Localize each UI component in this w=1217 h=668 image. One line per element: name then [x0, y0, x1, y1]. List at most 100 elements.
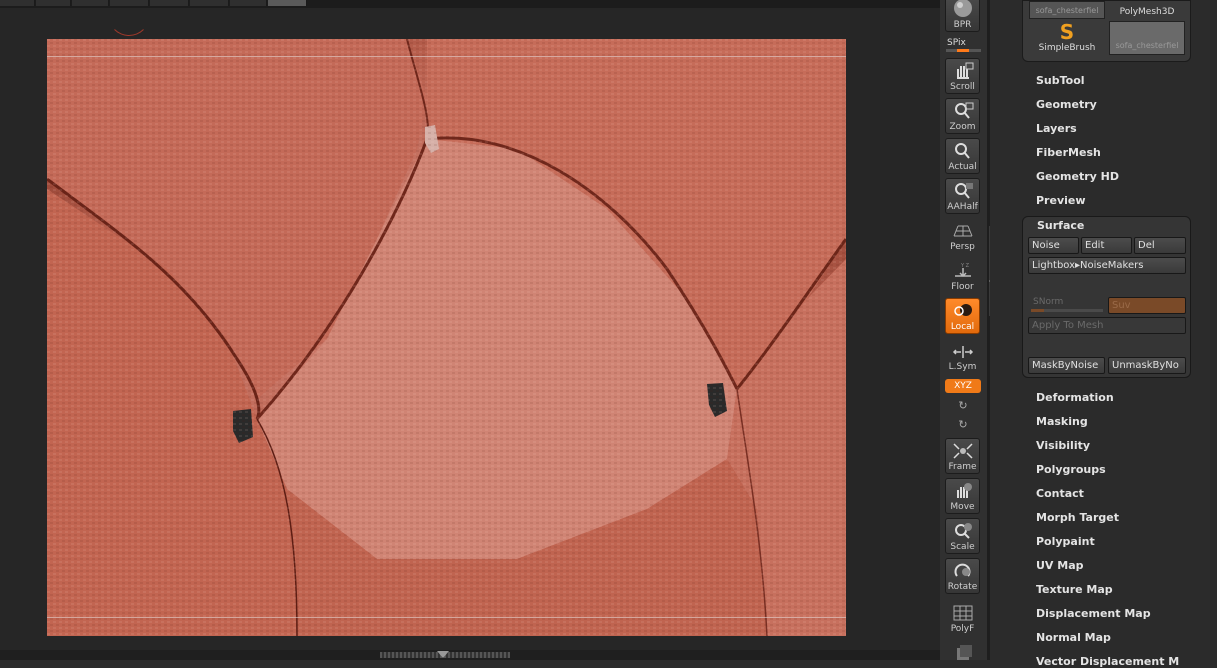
bottom-tray-handle[interactable] — [0, 650, 940, 660]
hand-scroll-icon — [956, 62, 973, 79]
lsym-button[interactable]: L.Sym — [945, 338, 980, 374]
actual-button[interactable]: Actual — [945, 138, 980, 174]
guide-line-top — [47, 56, 846, 57]
menu-normal-map[interactable]: Normal Map — [1036, 631, 1111, 644]
menu-preview[interactable]: Preview — [1036, 194, 1086, 207]
local-icon — [953, 304, 972, 316]
local-label: Local — [950, 322, 975, 332]
aahalf-button[interactable]: AAHalf — [945, 178, 980, 214]
zoom-button[interactable]: Zoom — [945, 98, 980, 134]
spix-slider[interactable] — [946, 49, 981, 52]
transp-button[interactable] — [945, 640, 980, 660]
top-tab[interactable] — [230, 0, 267, 6]
top-tab[interactable] — [150, 0, 189, 6]
scale-button[interactable]: Scale — [945, 518, 980, 554]
menu-morph-target[interactable]: Morph Target — [1036, 511, 1119, 524]
polymesh3d-label: PolyMesh3D — [1119, 7, 1175, 17]
frame-icon — [952, 443, 973, 459]
bpr-button[interactable]: BPR — [945, 0, 980, 32]
mask-by-noise-button[interactable]: MaskByNoise — [1028, 357, 1105, 374]
persp-button[interactable]: Persp — [945, 218, 980, 254]
zoom-label: Zoom — [949, 122, 976, 132]
aahalf-icon — [954, 183, 973, 199]
move-button[interactable]: Move — [945, 478, 980, 514]
surface-panel: Surface Noise Edit Del Lightbox▸NoiseMak… — [1022, 216, 1191, 378]
xyz-toggle[interactable]: XYZ — [945, 379, 981, 393]
menu-vector-displacement-map[interactable]: Vector Displacement M — [1036, 655, 1179, 668]
menu-polygroups[interactable]: Polygroups — [1036, 463, 1106, 476]
edit-button[interactable]: Edit — [1081, 237, 1132, 254]
surface-title[interactable]: Surface — [1037, 219, 1084, 232]
transparency-icon — [956, 645, 972, 660]
top-tab-active[interactable] — [268, 0, 307, 6]
frame-label: Frame — [948, 462, 977, 472]
polyf-label: PolyF — [950, 624, 975, 634]
rotate-label: Rotate — [947, 582, 978, 592]
floor-button[interactable]: Y Z Floor — [945, 258, 980, 294]
svg-text:Y Z: Y Z — [960, 263, 970, 269]
suv-button[interactable]: Suv — [1108, 297, 1186, 314]
bpr-label: BPR — [953, 20, 972, 30]
simplebrush-icon: S — [1059, 20, 1075, 44]
rotate-z-icon[interactable]: ↻ — [956, 418, 970, 432]
menu-uv-map[interactable]: UV Map — [1036, 559, 1084, 572]
tool-thumbnails: sofa_chesterfiel PolyMesh3D S SimpleBrus… — [1022, 0, 1191, 62]
thumb-sofa-1-label: sofa_chesterfiel — [1029, 1, 1105, 19]
lightbox-noisemakers-button[interactable]: Lightbox▸NoiseMakers — [1028, 257, 1186, 274]
snorm-slider[interactable] — [1031, 309, 1103, 312]
menu-deformation[interactable]: Deformation — [1036, 391, 1114, 404]
zoom-icon — [954, 102, 973, 119]
frame-button[interactable]: Frame — [945, 438, 980, 474]
apply-to-mesh-button[interactable]: Apply To Mesh — [1028, 317, 1186, 334]
menu-masking[interactable]: Masking — [1036, 415, 1088, 428]
menu-polypaint[interactable]: Polypaint — [1036, 535, 1095, 548]
thumb-simplebrush[interactable]: S SimpleBrush — [1028, 21, 1106, 57]
menu-layers[interactable]: Layers — [1036, 122, 1077, 135]
scroll-button[interactable]: Scroll — [945, 58, 980, 94]
unmask-by-noise-button[interactable]: UnmaskByNo — [1108, 357, 1186, 374]
thumb-sofa-2-label: sofa_chesterfiel — [1109, 21, 1185, 55]
thumb-sofa-2[interactable]: sofa_chesterfiel — [1108, 21, 1186, 57]
top-tab[interactable] — [0, 0, 35, 6]
floor-grid-icon: Y Z — [954, 263, 971, 278]
del-button[interactable]: Del — [1134, 237, 1186, 254]
menu-visibility[interactable]: Visibility — [1036, 439, 1090, 452]
snorm-label: SNorm — [1033, 297, 1064, 307]
bpr-sphere-icon — [953, 0, 972, 17]
tray-toggle-icon[interactable] — [437, 651, 449, 658]
sofa-mesh-render — [47, 39, 846, 636]
scale-icon — [954, 523, 972, 539]
floor-label: Floor — [951, 282, 974, 292]
move-icon — [956, 483, 972, 498]
rotate-y-icon[interactable]: ↻ — [956, 399, 970, 413]
sculpt-viewport[interactable] — [47, 39, 846, 636]
top-tab[interactable] — [72, 0, 109, 6]
simplebrush-label: SimpleBrush — [1038, 43, 1096, 53]
menu-subtool[interactable]: SubTool — [1036, 74, 1085, 87]
scroll-label: Scroll — [950, 82, 975, 92]
polyf-button[interactable]: PolyF — [945, 600, 980, 636]
spix-label: SPix — [947, 38, 966, 48]
menu-fibermesh[interactable]: FiberMesh — [1036, 146, 1101, 159]
guide-line-bottom — [47, 617, 846, 618]
top-tab[interactable] — [190, 0, 229, 6]
document-canvas[interactable] — [0, 8, 940, 650]
menu-displacement-map[interactable]: Displacement Map — [1036, 607, 1151, 620]
actual-label: Actual — [948, 162, 977, 172]
scale-label: Scale — [950, 542, 975, 552]
move-label: Move — [950, 502, 975, 512]
local-button[interactable]: Local — [945, 298, 980, 334]
polyframe-icon — [953, 605, 972, 621]
top-tab[interactable] — [36, 0, 71, 6]
menu-geometry-hd[interactable]: Geometry HD — [1036, 170, 1119, 183]
rotate-button[interactable]: Rotate — [945, 558, 980, 594]
lsym-label: L.Sym — [948, 362, 977, 372]
menu-geometry[interactable]: Geometry — [1036, 98, 1097, 111]
gyro-indicator — [108, 0, 150, 36]
rotate-icon — [954, 563, 970, 577]
menu-contact[interactable]: Contact — [1036, 487, 1084, 500]
menu-texture-map[interactable]: Texture Map — [1036, 583, 1113, 596]
noise-button[interactable]: Noise — [1028, 237, 1079, 254]
perspective-icon — [953, 225, 972, 237]
actual-size-icon — [954, 143, 970, 159]
